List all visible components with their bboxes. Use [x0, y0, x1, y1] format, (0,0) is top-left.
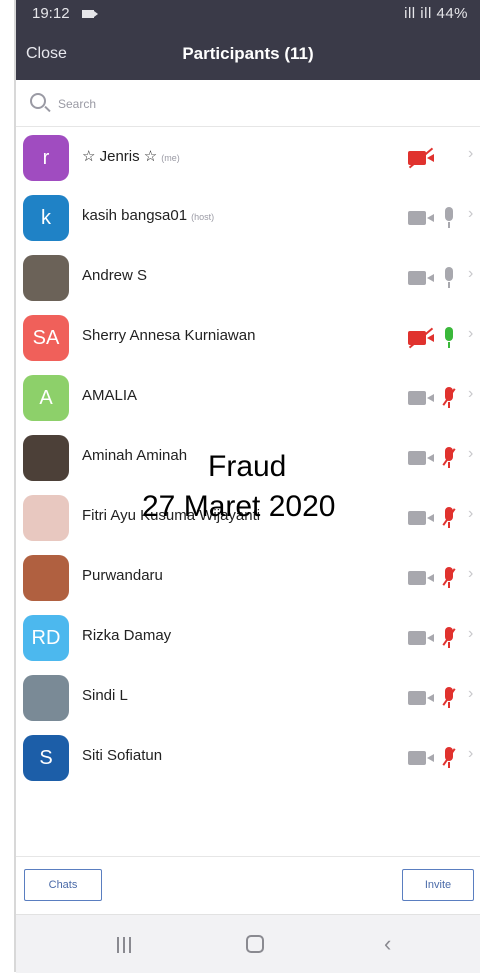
chevron-right-icon: › [468, 325, 474, 342]
participant-row[interactable]: r ☆ Jenris ☆ (me) › [16, 127, 480, 187]
video-icon [408, 451, 434, 465]
header-bar: Close Participants (11) [16, 28, 480, 80]
participant-name-text: Sindi L [82, 687, 128, 704]
video-off-icon [408, 147, 434, 169]
participant-name-text: Sherry Annesa Kurniawan [82, 327, 256, 344]
avatar-photo [23, 495, 69, 541]
participant-name: Sherry Annesa Kurniawan [82, 327, 255, 344]
back-icon[interactable]: ‹ [384, 931, 391, 957]
video-icon [408, 571, 434, 585]
participant-name-text: Aminah Aminah [82, 447, 188, 464]
participant-name-text: kasih bangsa01 [82, 207, 188, 224]
chevron-right-icon: › [468, 145, 474, 162]
participant-row[interactable]: Sindi L › [16, 667, 480, 727]
mic-muted-icon [442, 627, 456, 649]
mic-icon [442, 207, 456, 229]
avatar-photo [23, 675, 69, 721]
participant-row[interactable]: Fitri Ayu Kusuma Wijayanti › [16, 487, 480, 547]
avatar-initials: k [23, 195, 69, 241]
participant-name: Fitri Ayu Kusuma Wijayanti [82, 507, 260, 524]
zoom-participants-screen: 19:12 ill ill 44% Close Participants (11… [14, 0, 480, 973]
mic-icon [442, 327, 456, 349]
participant-name-text: Rizka Damay [82, 627, 172, 644]
video-icon [408, 271, 434, 285]
participant-name: Aminah Aminah [82, 447, 187, 464]
participant-name-text: ☆ Jenris ☆ [82, 148, 158, 165]
video-icon [408, 631, 434, 645]
participant-name-text: AMALIA [82, 387, 138, 404]
avatar-photo [23, 435, 69, 481]
avatar-initials: A [23, 375, 69, 421]
mic-icon [442, 267, 456, 289]
status-bar: 19:12 ill ill 44% [16, 0, 480, 28]
avatar-photo [23, 255, 69, 301]
participant-row[interactable]: RD Rizka Damay › [16, 607, 480, 667]
video-icon [408, 211, 434, 225]
avatar-initials: RD [23, 615, 69, 661]
participant-name: Purwandaru [82, 567, 163, 584]
page-title: Participants (11) [182, 44, 314, 63]
mic-muted-icon [442, 567, 456, 589]
participant-name: AMALIA [82, 387, 137, 404]
status-time: 19:12 [32, 5, 70, 22]
avatar-photo [23, 555, 69, 601]
mic-muted-icon [442, 387, 456, 409]
video-off-icon [408, 327, 434, 349]
video-icon [408, 751, 434, 765]
chevron-right-icon: › [468, 265, 474, 282]
participant-name: Andrew S [82, 267, 147, 284]
participant-name-text: Andrew S [82, 267, 148, 284]
search-bar [16, 80, 480, 127]
video-recording-icon [82, 10, 98, 18]
mic-muted-icon [442, 747, 456, 769]
participant-name: Siti Sofiatun [82, 747, 162, 764]
avatar-initials: S [23, 735, 69, 781]
chevron-right-icon: › [468, 385, 474, 402]
chevron-right-icon: › [468, 445, 474, 462]
participant-list: r ☆ Jenris ☆ (me) › k kasih bangsa01 (host) › An… [16, 127, 480, 787]
android-nav-bar: ‹ [16, 914, 480, 973]
chevron-right-icon: › [468, 685, 474, 702]
participant-name: Rizka Damay [82, 627, 171, 644]
participant-row[interactable]: A AMALIA › [16, 367, 480, 427]
participant-role-tag: (host) [191, 212, 215, 222]
home-icon[interactable] [246, 935, 264, 953]
video-icon [408, 511, 434, 525]
participant-name: Sindi L [82, 687, 128, 704]
participant-name-text: Fitri Ayu Kusuma Wijayanti [82, 507, 261, 524]
footer-bar: Chats Invite [16, 856, 480, 914]
recent-apps-icon[interactable] [117, 937, 131, 953]
mic-muted-icon [442, 687, 456, 709]
invite-button[interactable]: Invite [402, 869, 474, 901]
participant-row[interactable]: k kasih bangsa01 (host) › [16, 187, 480, 247]
participant-row[interactable]: S Siti Sofiatun › [16, 727, 480, 787]
status-signal-battery: ill ill 44% [404, 5, 468, 22]
participant-name: ☆ Jenris ☆ (me) [82, 147, 180, 165]
mic-muted-icon [442, 507, 456, 529]
participant-row[interactable]: Aminah Aminah › [16, 427, 480, 487]
participant-name-text: Purwandaru [82, 567, 163, 584]
video-icon [408, 391, 434, 405]
avatar-initials: r [23, 135, 69, 181]
chats-button[interactable]: Chats [24, 869, 102, 901]
chevron-right-icon: › [468, 205, 474, 222]
participant-role-tag: (me) [161, 153, 180, 163]
video-icon [408, 691, 434, 705]
chevron-right-icon: › [468, 505, 474, 522]
search-icon [30, 93, 46, 109]
chevron-right-icon: › [468, 745, 474, 762]
chevron-right-icon: › [468, 565, 474, 582]
participant-row[interactable]: Purwandaru › [16, 547, 480, 607]
search-input[interactable] [56, 91, 460, 117]
avatar-initials: SA [23, 315, 69, 361]
participant-name-text: Siti Sofiatun [82, 747, 163, 764]
chevron-right-icon: › [468, 625, 474, 642]
participant-name: kasih bangsa01 (host) [82, 207, 214, 224]
mic-muted-icon [442, 447, 456, 469]
participant-row[interactable]: SA Sherry Annesa Kurniawan › [16, 307, 480, 367]
participant-row[interactable]: Andrew S › [16, 247, 480, 307]
